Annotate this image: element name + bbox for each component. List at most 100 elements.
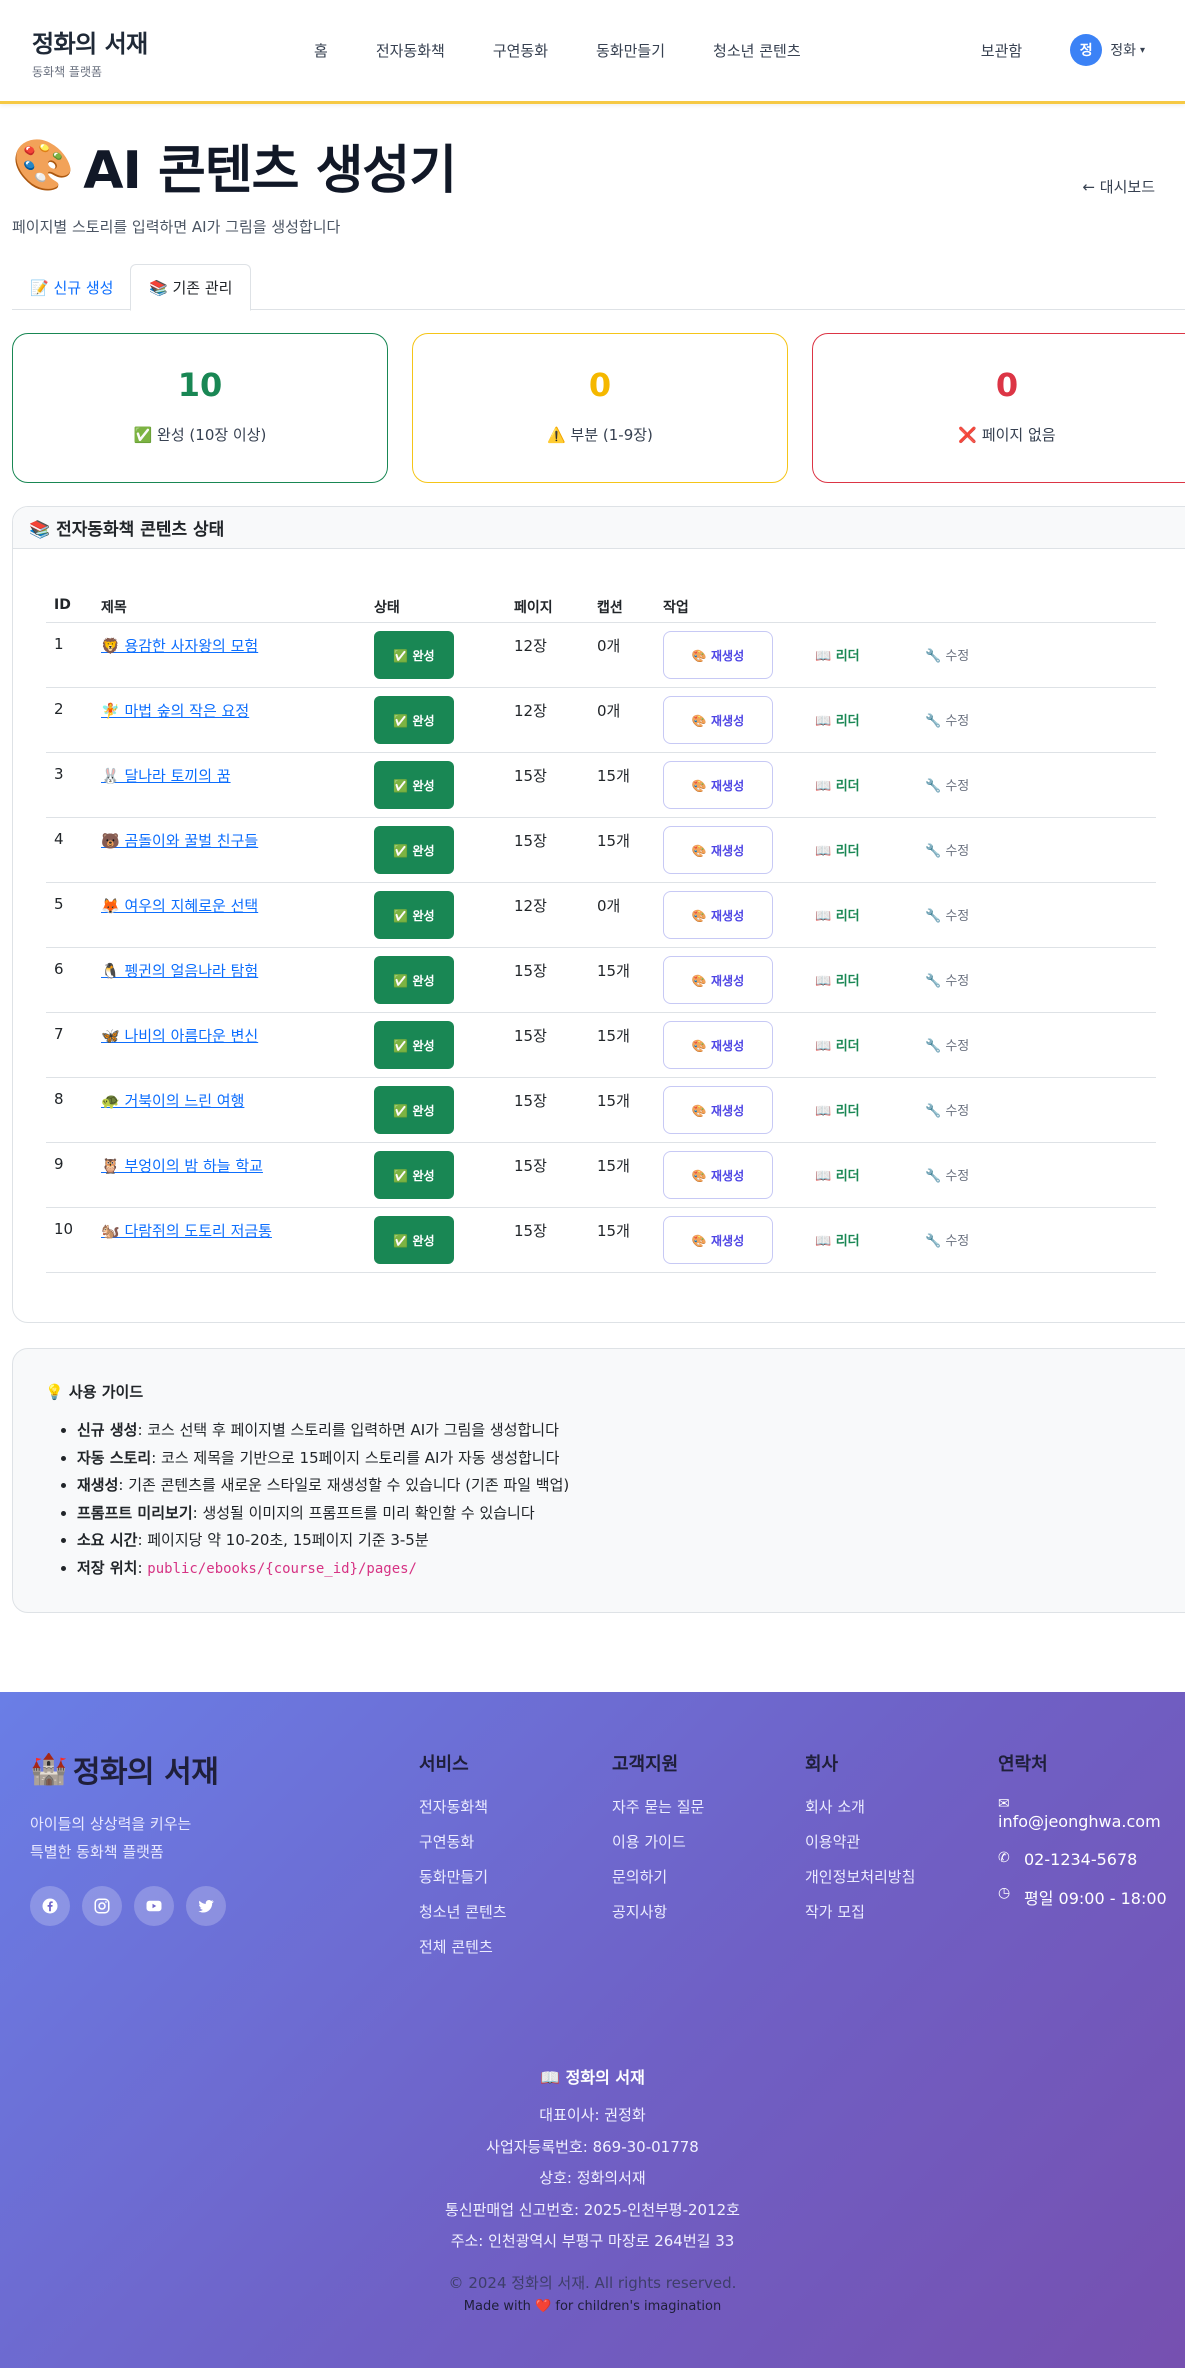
guide-term: 저장 위치	[77, 1558, 138, 1577]
content-status-table: ID 제목 상태 페이지 캡션 작업 1 🦁 용감한 사자왕의 모험 ✅ 완성 12장…	[46, 583, 1156, 1273]
contact-hours-text: 평일 09:00 - 18:00	[1024, 1889, 1167, 1908]
table-row: 5 🦊 여우의 지혜로운 선택 ✅ 완성 12장 0개 🎨 재생성 📖 리더 🔧 수정	[46, 883, 1156, 948]
footer-link[interactable]: 회사 소개	[805, 1796, 915, 1831]
footer-link[interactable]: 작가 모집	[805, 1901, 915, 1936]
footer-link[interactable]: 청소년 콘텐츠	[419, 1901, 507, 1936]
regenerate-button[interactable]: 🎨 재생성	[663, 1086, 773, 1134]
regenerate-button[interactable]: 🎨 재생성	[663, 956, 773, 1004]
footer-bottom-name: 📖 정화의 서재	[540, 2068, 645, 2087]
stat-none-value: 0	[995, 366, 1019, 404]
edit-link[interactable]: 🔧 수정	[925, 1100, 969, 1119]
stat-complete-label: ✅ 완성 (10장 이상)	[133, 426, 267, 444]
footer-link[interactable]: 전체 콘텐츠	[419, 1936, 507, 1971]
regenerate-button[interactable]: 🎨 재생성	[663, 631, 773, 679]
book-title-link[interactable]: 🐰 달나라 토끼의 꿈	[101, 765, 231, 786]
book-title-link[interactable]: 🦁 용감한 사자왕의 모험	[101, 635, 258, 656]
nav-link-make-story[interactable]: 동화만들기	[596, 40, 665, 61]
page-title: 🎨 AI 콘텐츠 생성기	[12, 128, 457, 203]
footer-link[interactable]: 자주 묻는 질문	[612, 1796, 704, 1831]
reader-link[interactable]: 📖 리더	[815, 1165, 860, 1184]
book-title-link[interactable]: 🐿️ 다람쥐의 도토리 저금통	[101, 1220, 272, 1241]
user-avatar[interactable]: 정	[1070, 34, 1103, 66]
edit-link[interactable]: 🔧 수정	[925, 970, 969, 989]
status-badge: ✅ 완성	[374, 631, 454, 679]
reader-link[interactable]: 📖 리더	[815, 905, 860, 924]
edit-link[interactable]: 🔧 수정	[925, 775, 969, 794]
tab-manage-existing[interactable]: 📚 기존 관리	[130, 264, 252, 311]
table-header-row: ID 제목 상태 페이지 캡션 작업	[46, 583, 1156, 623]
tab-new-create[interactable]: 📝 신규 생성	[12, 264, 131, 310]
twitter-icon[interactable]	[186, 1886, 226, 1926]
footer-link[interactable]: 구연동화	[419, 1831, 507, 1866]
reader-link[interactable]: 📖 리더	[815, 1035, 860, 1054]
regenerate-button[interactable]: 🎨 재생성	[663, 1151, 773, 1199]
edit-link[interactable]: 🔧 수정	[925, 1230, 969, 1249]
regenerate-button[interactable]: 🎨 재생성	[663, 761, 773, 809]
cell-pages: 15장	[514, 1092, 547, 1110]
stat-card-none: 0 ❌ 페이지 없음	[812, 333, 1185, 483]
footer-brand[interactable]: 🏰 정화의 서재	[30, 1747, 219, 1791]
regenerate-button[interactable]: 🎨 재생성	[663, 891, 773, 939]
footer-link[interactable]: 개인정보처리방침	[805, 1866, 915, 1901]
brand-logo[interactable]: 정화의 서재 동화책 플랫폼	[32, 24, 148, 80]
footer-link[interactable]: 동화만들기	[419, 1866, 507, 1901]
reader-link[interactable]: 📖 리더	[815, 840, 860, 859]
instagram-icon[interactable]	[82, 1886, 122, 1926]
book-title-link[interactable]: 🐻 곰돌이와 꿀벌 친구들	[101, 830, 258, 851]
book-title-link[interactable]: 🐧 펭귄의 얼음나라 탐험	[101, 960, 258, 981]
nav-link-ebooks[interactable]: 전자동화책	[376, 40, 445, 61]
footer-description: 아이들의 상상력을 키우는 특별한 동화책 플랫폼	[30, 1810, 191, 1866]
footer-link[interactable]: 이용 가이드	[612, 1831, 704, 1866]
guide-title: 💡 사용 가이드	[45, 1383, 144, 1401]
nav-link-home[interactable]: 홈	[314, 40, 328, 61]
regenerate-button[interactable]: 🎨 재생성	[663, 1216, 773, 1264]
edit-link[interactable]: 🔧 수정	[925, 645, 969, 664]
footer-col-title: 회사	[805, 1754, 839, 1775]
footer-link[interactable]: 공지사항	[612, 1901, 704, 1936]
reader-link[interactable]: 📖 리더	[815, 970, 860, 989]
nav-link-storytelling[interactable]: 구연동화	[493, 40, 548, 61]
footer-link[interactable]: 전자동화책	[419, 1796, 507, 1831]
edit-link[interactable]: 🔧 수정	[925, 1165, 969, 1184]
book-title-link[interactable]: 🐢 거북이의 느린 여행	[101, 1090, 244, 1111]
social-links	[30, 1886, 238, 1926]
clock-icon: ◷	[998, 1885, 1011, 1901]
regenerate-button[interactable]: 🎨 재생성	[663, 696, 773, 744]
nav-link-teen-content[interactable]: 청소년 콘텐츠	[713, 40, 801, 61]
reader-link[interactable]: 📖 리더	[815, 1230, 860, 1249]
nav-link-storage[interactable]: 보관함	[981, 40, 1022, 61]
contact-phone[interactable]: ✆ 02-1234-5678	[998, 1850, 1178, 1885]
reader-link[interactable]: 📖 리더	[815, 775, 860, 794]
edit-link[interactable]: 🔧 수정	[925, 1035, 969, 1054]
edit-link[interactable]: 🔧 수정	[925, 840, 969, 859]
book-title-link[interactable]: 🦋 나비의 아름다운 변신	[101, 1025, 258, 1046]
guide-item: 저장 위치: public/ebooks/{course_id}/pages/	[77, 1555, 569, 1583]
back-to-dashboard-link[interactable]: ← 대시보드	[1082, 176, 1155, 197]
facebook-icon[interactable]	[30, 1886, 70, 1926]
reader-link[interactable]: 📖 리더	[815, 1100, 860, 1119]
guide-item: 신규 생성: 코스 선택 후 페이지별 스토리를 입력하면 AI가 그림을 생성…	[77, 1417, 569, 1445]
footer-link[interactable]: 문의하기	[612, 1866, 704, 1901]
guide-text: : 코스 선택 후 페이지별 스토리를 입력하면 AI가 그림을 생성합니다	[137, 1421, 559, 1439]
contact-email[interactable]: ✉ info@jeonghwa.com	[998, 1796, 1178, 1850]
cell-captions: 0개	[597, 897, 621, 915]
guide-list: 신규 생성: 코스 선택 후 페이지별 스토리를 입력하면 AI가 그림을 생성…	[77, 1417, 569, 1582]
book-title-link[interactable]: 🦊 여우의 지혜로운 선택	[101, 895, 258, 916]
reader-link[interactable]: 📖 리더	[815, 645, 860, 664]
edit-link[interactable]: 🔧 수정	[925, 905, 969, 924]
book-title-link[interactable]: 🦉 부엉이의 밤 하늘 학교	[101, 1155, 263, 1176]
footer-link[interactable]: 이용약관	[805, 1831, 915, 1866]
guide-term: 재생성	[77, 1476, 119, 1494]
guide-term: 자동 스토리	[77, 1448, 152, 1467]
regenerate-button[interactable]: 🎨 재생성	[663, 826, 773, 874]
youtube-icon[interactable]	[134, 1886, 174, 1926]
edit-link[interactable]: 🔧 수정	[925, 710, 969, 729]
caret-down-icon[interactable]: ▾	[1140, 45, 1145, 56]
book-title-link[interactable]: 🧚 마법 숲의 작은 요정	[101, 700, 249, 721]
cell-pages: 15장	[514, 767, 547, 785]
reader-link[interactable]: 📖 리더	[815, 710, 860, 729]
footer-col-title: 연락처	[998, 1754, 1048, 1775]
regenerate-button[interactable]: 🎨 재생성	[663, 1021, 773, 1069]
guide-term: 소요 시간	[77, 1531, 138, 1549]
user-menu-name[interactable]: 정화	[1110, 40, 1136, 60]
